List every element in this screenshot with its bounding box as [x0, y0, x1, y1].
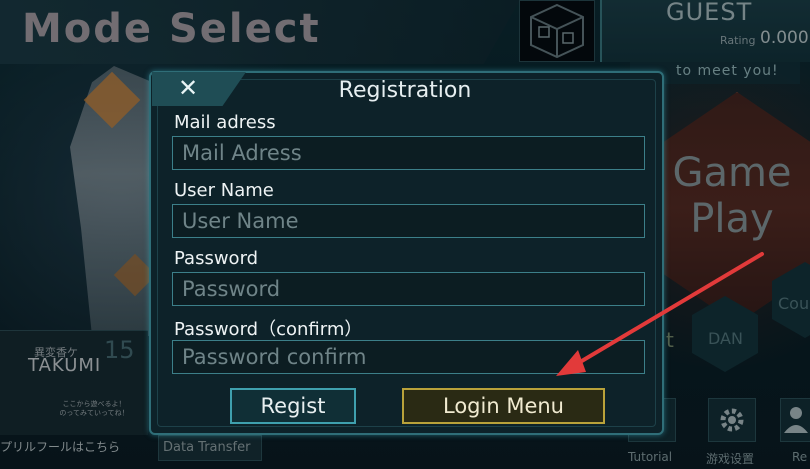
username-label: User Name — [174, 180, 274, 201]
username-input[interactable] — [172, 204, 645, 238]
mail-input[interactable] — [172, 136, 645, 170]
password-label: Password — [174, 248, 259, 269]
password-input[interactable] — [172, 272, 645, 306]
regist-button[interactable]: Regist — [230, 388, 356, 424]
mail-label: Mail adress — [174, 112, 276, 133]
dialog-title: Registration — [338, 78, 472, 103]
password-confirm-input[interactable] — [172, 340, 645, 374]
login-menu-button[interactable]: Login Menu — [402, 388, 605, 424]
close-icon[interactable]: ✕ — [170, 72, 206, 104]
password-confirm-label: Password（confirm） — [174, 319, 363, 340]
